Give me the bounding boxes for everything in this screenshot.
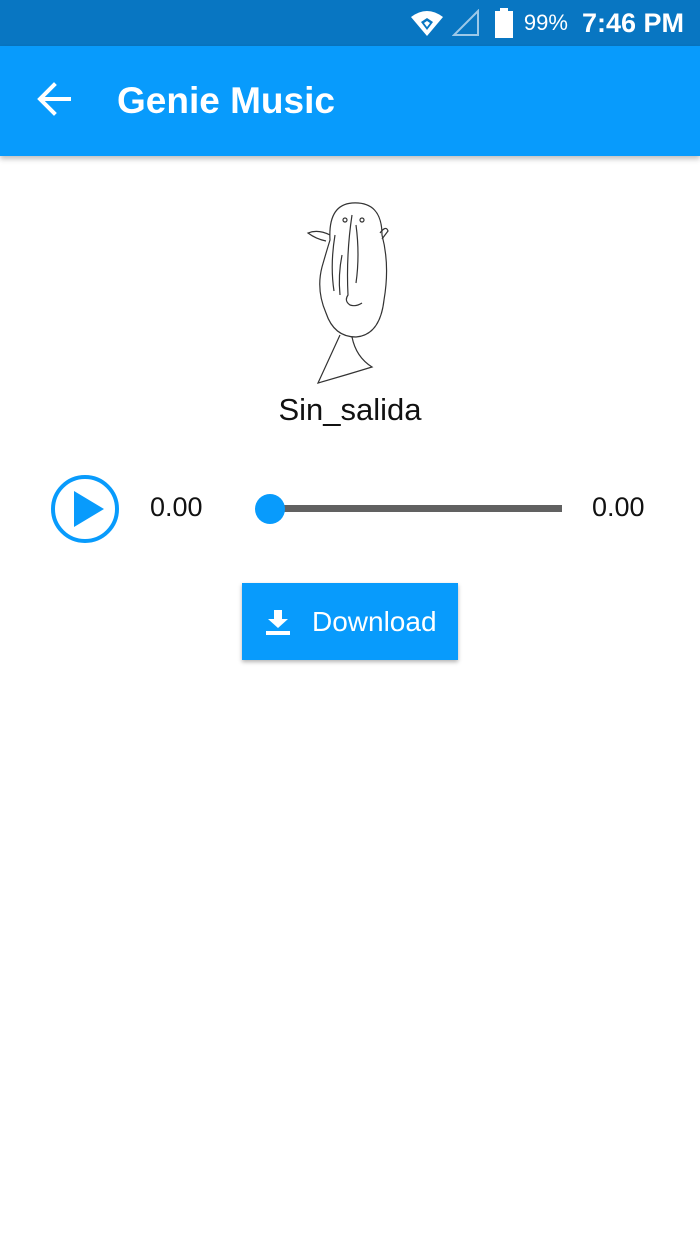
current-time: 0.00	[150, 492, 203, 522]
seek-slider[interactable]	[255, 494, 562, 524]
status-time: 7:46 PM	[581, 7, 684, 38]
battery-icon	[494, 8, 514, 38]
app-bar: Genie Music	[0, 46, 700, 156]
cell-signal-icon	[451, 9, 480, 37]
play-button[interactable]	[50, 474, 120, 544]
status-bar: 99% 7:46 PM	[0, 0, 700, 46]
back-button[interactable]	[24, 76, 84, 126]
album-artwork	[290, 195, 410, 390]
battery-percent: 99%	[523, 10, 568, 35]
wifi-icon	[410, 9, 444, 37]
download-button[interactable]: Download	[242, 583, 458, 660]
track-title: Sin_salida	[278, 392, 422, 427]
status-icons: 99% 7:46 PM	[410, 0, 684, 46]
download-icon	[264, 608, 292, 636]
download-label: Download	[312, 605, 437, 637]
seek-track	[270, 505, 562, 512]
play-icon	[50, 475, 120, 548]
seek-thumb[interactable]	[255, 494, 285, 524]
arrow-back-icon	[37, 81, 71, 121]
page-title: Genie Music	[117, 80, 335, 121]
total-time: 0.00	[592, 492, 645, 522]
